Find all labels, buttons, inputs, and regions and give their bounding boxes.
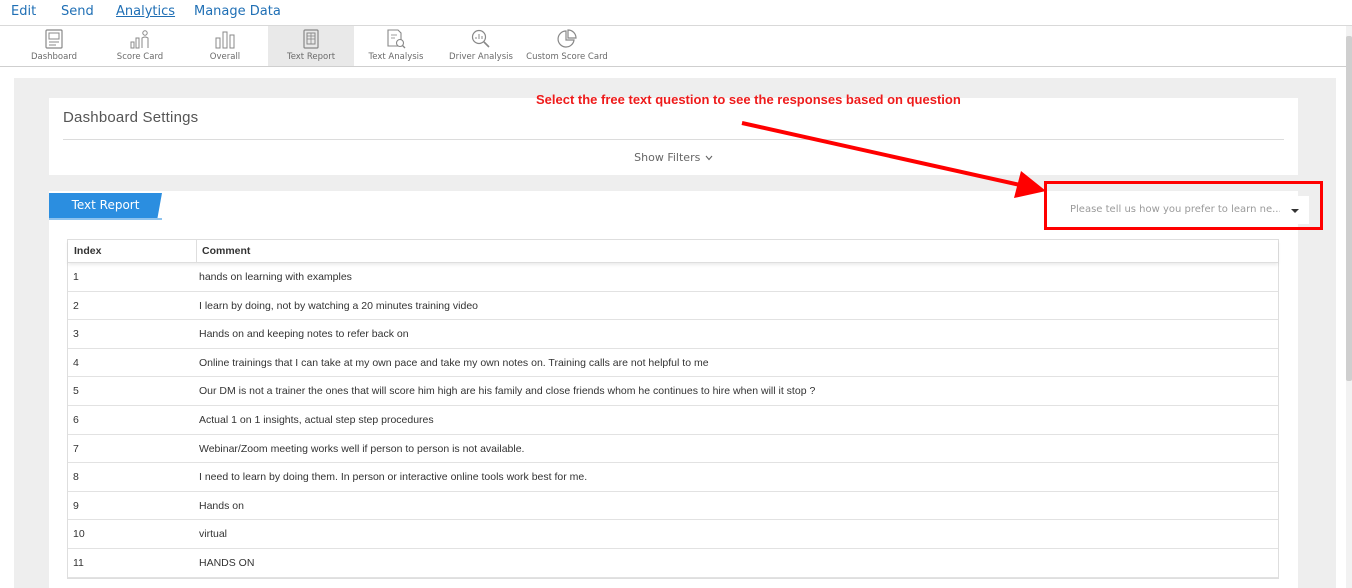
table-row: 11 HANDS ON: [68, 549, 1278, 578]
column-header-index[interactable]: Index: [74, 245, 101, 257]
tool-text-report-label: Text Report: [286, 52, 336, 62]
bar-chart-icon: [215, 31, 235, 49]
tool-text-analysis[interactable]: Text Analysis: [353, 26, 439, 66]
table-row: 2 I learn by doing, not by watching a 20 …: [68, 292, 1278, 321]
cell-comment: Webinar/Zoom meeting works well if perso…: [199, 442, 525, 455]
menu-send[interactable]: Send: [61, 4, 94, 19]
tool-custom-score-card-label: Custom Score Card: [526, 52, 608, 62]
tool-driver-analysis[interactable]: Driver Analysis: [438, 26, 524, 66]
table-row: 6 Actual 1 on 1 insights, actual step ste…: [68, 406, 1278, 435]
cell-comment: Our DM is not a trainer the ones that wi…: [199, 385, 816, 398]
tool-dashboard-label: Dashboard: [30, 52, 78, 62]
cell-comment: virtual: [199, 528, 228, 541]
table-row: 10 virtual: [68, 520, 1278, 549]
comments-table: Index Comment 1 hands on learning with ex…: [67, 239, 1279, 579]
table-row: 5 Our DM is not a trainer the ones that w…: [68, 377, 1278, 406]
text-report-panel: Text Report Please tell us how you prefe…: [49, 191, 1309, 588]
table-row: 8 I need to learn by doing them. In perso…: [68, 463, 1278, 492]
menu-edit[interactable]: Edit: [11, 4, 36, 19]
menu-analytics[interactable]: Analytics: [116, 4, 175, 19]
tool-overall-label: Overall: [209, 52, 241, 62]
driver-analysis-icon: [471, 29, 490, 48]
chevron-down-icon: [705, 155, 713, 161]
table-row: 9 Hands on: [68, 492, 1278, 521]
divider: [63, 139, 1284, 140]
cell-index: 11: [73, 556, 84, 569]
vertical-scrollbar[interactable]: [1346, 26, 1352, 588]
cell-comment: Actual 1 on 1 insights, actual step step…: [199, 413, 434, 426]
table-row: 4 Online trainings that I can take at my …: [68, 349, 1278, 378]
tool-text-report[interactable]: Text Report: [268, 26, 354, 66]
cell-index: 3: [73, 328, 79, 341]
cell-index: 4: [73, 356, 79, 369]
score-card-icon: [130, 30, 149, 49]
table-row: 3 Hands on and keeping notes to refer bac…: [68, 320, 1278, 349]
cell-index: 5: [73, 385, 79, 398]
column-header-comment[interactable]: Comment: [202, 245, 250, 257]
settings-title: Dashboard Settings: [63, 109, 199, 126]
scrollbar-thumb[interactable]: [1346, 36, 1352, 381]
dashboard-icon: [45, 29, 63, 49]
cell-comment: hands on learning with examples: [199, 271, 352, 283]
cell-index: 8: [73, 471, 79, 484]
analytics-toolbar: Dashboard Score Card Overall Text Report: [0, 26, 1352, 67]
pie-chart-icon: [557, 29, 577, 48]
cell-index: 2: [73, 299, 79, 312]
tool-dashboard[interactable]: Dashboard: [11, 26, 97, 66]
tool-custom-score-card[interactable]: Custom Score Card: [524, 26, 610, 66]
annotation-highlight-box: [1044, 181, 1323, 230]
cell-comment: Hands on and keeping notes to refer back…: [199, 328, 409, 341]
menu-manage-data[interactable]: Manage Data: [194, 4, 281, 19]
cell-index: 7: [73, 442, 79, 455]
text-analysis-icon: [387, 29, 406, 49]
table-row: 7 Webinar/Zoom meeting works well if pers…: [68, 435, 1278, 464]
column-separator: [196, 240, 197, 262]
cell-comment: Online trainings that I can take at my o…: [199, 356, 709, 369]
show-filters-toggle[interactable]: Show Filters: [49, 151, 1298, 164]
cell-index: 9: [73, 499, 79, 512]
cell-index: 1: [73, 271, 79, 283]
main-content: Dashboard Settings Show Filters Text Rep…: [14, 78, 1336, 588]
cell-index: 10: [73, 528, 85, 541]
cell-comment: I need to learn by doing them. In person…: [199, 471, 588, 484]
cell-comment: HANDS ON: [199, 556, 255, 569]
table-header: Index Comment: [68, 240, 1278, 263]
cell-comment: I learn by doing, not by watching a 20 m…: [199, 299, 479, 312]
show-filters-label: Show Filters: [634, 151, 701, 164]
tool-score-card[interactable]: Score Card: [97, 26, 183, 66]
top-menu-bar: Edit Send Analytics Manage Data: [0, 0, 1352, 26]
tab-underline: [49, 218, 162, 220]
tool-score-card-label: Score Card: [116, 52, 164, 62]
cell-index: 6: [73, 413, 79, 426]
annotation-text: Select the free text question to see the…: [536, 92, 961, 107]
cell-comment: Hands on: [199, 499, 244, 512]
table-row: 1 hands on learning with examples: [68, 263, 1278, 292]
tab-text-report[interactable]: Text Report: [49, 193, 162, 218]
tool-overall[interactable]: Overall: [182, 26, 268, 66]
text-report-icon: [303, 29, 319, 49]
tool-driver-analysis-label: Driver Analysis: [449, 52, 513, 62]
tool-text-analysis-label: Text Analysis: [368, 52, 424, 62]
dashboard-settings-panel: Dashboard Settings Show Filters: [49, 98, 1298, 175]
